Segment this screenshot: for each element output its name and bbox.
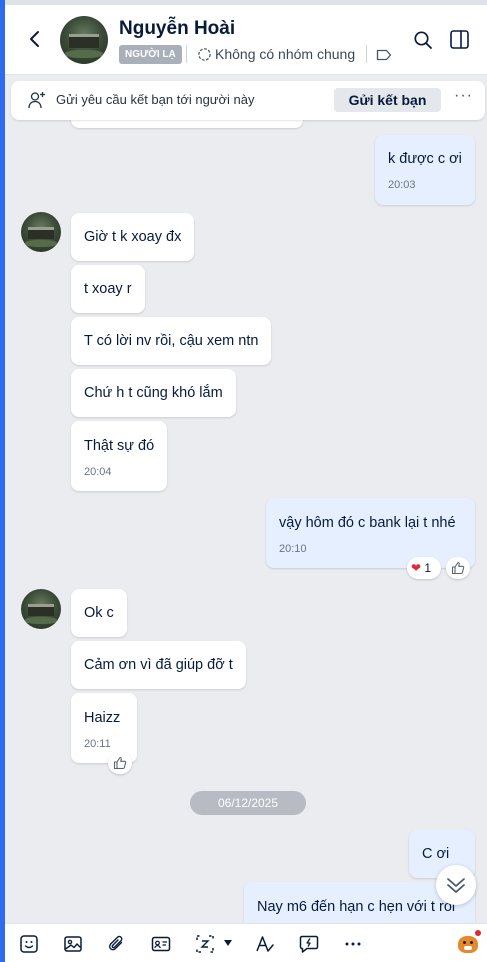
message-list[interactable]: k được c ơi 20:03 Giờ t k xoay đx t xoay…	[5, 120, 487, 923]
send-friend-request-button[interactable]: Gửi kết bạn	[334, 88, 441, 112]
chevron-down-icon[interactable]	[223, 939, 233, 947]
back-arrow-icon[interactable]	[25, 27, 45, 51]
message-text: Haizz	[84, 710, 121, 726]
divider	[186, 45, 187, 63]
thumbs-up-icon	[451, 561, 465, 575]
heart-reaction[interactable]: ❤ 1	[407, 557, 441, 579]
contact-avatar[interactable]	[60, 16, 108, 64]
message-bubble-received[interactable]: Cảm ơn vì đã giúp đỡ t	[71, 641, 246, 689]
group-icon	[198, 48, 211, 61]
message-bubble-sent[interactable]: k được c ơi 20:03	[375, 135, 475, 205]
message-time: 20:11	[84, 738, 111, 750]
thumbs-up-icon	[113, 756, 127, 770]
message-text: T có lời nv rồi, cậu xem ntn	[84, 333, 259, 349]
heart-icon: ❤	[411, 561, 422, 575]
friend-request-text: Gửi yêu cầu kết bạn tới người này	[56, 92, 255, 107]
like-button[interactable]	[446, 557, 470, 579]
more-options-button[interactable]: ···	[454, 87, 473, 105]
more-icon[interactable]	[343, 934, 363, 954]
message-text: Ok c	[84, 605, 114, 621]
message-time: 20:03	[388, 179, 416, 191]
stranger-badge: NGƯỜI LẠ	[119, 45, 182, 64]
sender-avatar[interactable]	[21, 589, 61, 629]
message-bubble-received[interactable]: t xoay r	[71, 265, 145, 313]
scroll-to-bottom-button[interactable]	[436, 865, 476, 905]
message-text: Thật sự đó	[84, 438, 155, 454]
notification-dot	[475, 930, 481, 936]
search-icon[interactable]	[413, 30, 433, 50]
friend-request-bar: Gửi yêu cầu kết bạn tới người này Gửi kế…	[11, 81, 485, 120]
side-panel-icon[interactable]	[450, 30, 469, 49]
quick-message-icon[interactable]	[299, 934, 319, 954]
message-text: vậy hôm đó c bank lại t nhé	[279, 515, 456, 531]
tag-icon[interactable]	[376, 49, 392, 61]
reaction-count: 1	[424, 561, 432, 575]
message-bubble-received[interactable]: Thật sự đó 20:04	[71, 421, 168, 491]
message-text: Chứ h t cũng khó lắm	[84, 385, 223, 401]
double-chevron-down-icon	[447, 878, 465, 893]
mascot-icon[interactable]	[455, 930, 481, 956]
chat-header: Nguyễn Hoài NGƯỜI LẠ Không có nhóm chung	[5, 5, 487, 75]
message-text: Cảm ơn vì đã giúp đỡ t	[84, 657, 233, 673]
message-bubble-partial[interactable]	[71, 120, 303, 128]
message-bubble-received[interactable]: Ok c	[71, 589, 127, 637]
add-friend-icon	[28, 92, 45, 109]
contact-name[interactable]: Nguyễn Hoài	[119, 18, 235, 40]
sticker-icon[interactable]	[19, 934, 39, 954]
message-bubble-received[interactable]: Haizz 20:11	[71, 693, 137, 763]
message-bubble-received[interactable]: T có lời nv rồi, cậu xem ntn	[71, 317, 272, 365]
message-time: 20:04	[84, 466, 112, 478]
common-groups-text[interactable]: Không có nhóm chung	[215, 46, 355, 62]
image-icon[interactable]	[63, 934, 83, 954]
text-format-icon[interactable]	[255, 934, 275, 954]
message-bubble-received[interactable]: Chứ h t cũng khó lắm	[71, 369, 236, 417]
message-text: t xoay r	[84, 281, 132, 297]
sender-avatar[interactable]	[21, 212, 61, 252]
message-bubble-received[interactable]: Giờ t k xoay đx	[71, 213, 195, 261]
message-time: 20:10	[279, 543, 307, 555]
contact-card-icon[interactable]	[151, 934, 171, 954]
date-separator: 06/12/2025	[190, 791, 306, 815]
like-button[interactable]	[108, 752, 132, 774]
message-bubble-sent[interactable]: vậy hôm đó c bank lại t nhé 20:10	[266, 498, 475, 568]
attach-icon[interactable]	[107, 934, 127, 954]
message-text: k được c ơi	[388, 151, 462, 167]
message-text: Nay m6 đến hạn c hẹn với t rồi	[257, 899, 456, 915]
screenshot-icon[interactable]	[195, 934, 215, 954]
message-text: Giờ t k xoay đx	[84, 229, 182, 245]
composer-toolbar	[5, 923, 487, 962]
divider	[366, 45, 367, 63]
